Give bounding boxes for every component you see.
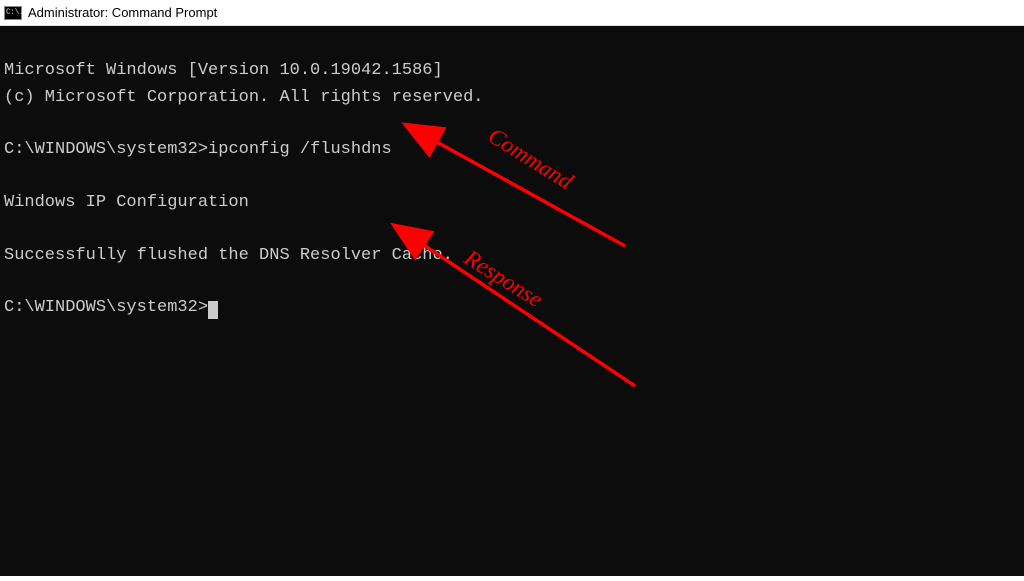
terminal-area[interactable]: Microsoft Windows [Version 10.0.19042.15… [0,26,1024,576]
terminal-command-1: ipconfig /flushdns [208,140,392,159]
window-titlebar[interactable]: C:\. Administrator: Command Prompt [0,0,1024,26]
terminal-prompt-1: C:\WINDOWS\system32> [4,140,208,159]
terminal-line-success: Successfully flushed the DNS Resolver Ca… [4,246,453,265]
terminal-cursor [208,301,218,319]
terminal-line-version: Microsoft Windows [Version 10.0.19042.15… [4,61,443,80]
window-title: Administrator: Command Prompt [28,5,217,20]
terminal-line-ipconfig-header: Windows IP Configuration [4,193,249,212]
terminal-line-copyright: (c) Microsoft Corporation. All rights re… [4,88,483,107]
terminal-prompt-2: C:\WINDOWS\system32> [4,298,208,317]
cmd-icon: C:\. [4,6,22,20]
